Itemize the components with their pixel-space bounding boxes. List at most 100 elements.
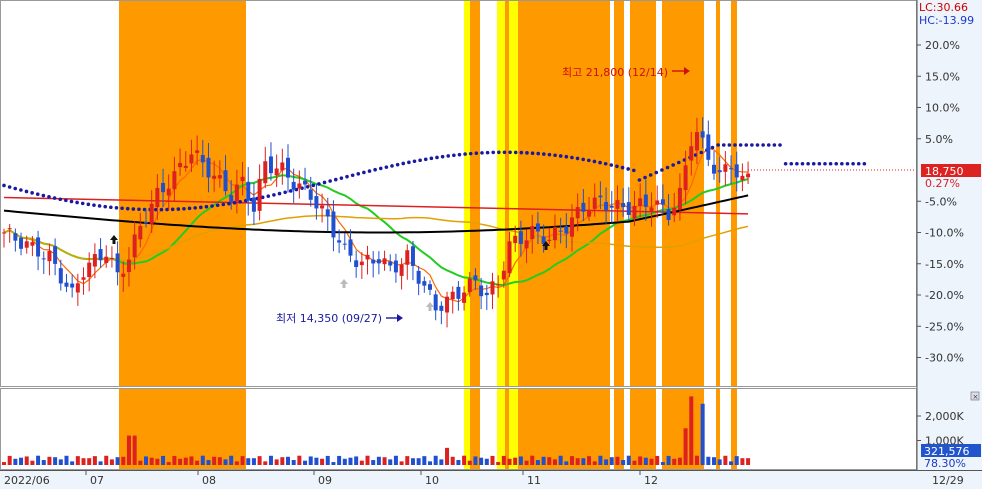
candle-body bbox=[621, 203, 626, 208]
candle-body bbox=[53, 246, 58, 264]
candle-body bbox=[700, 131, 705, 138]
overlay-dot bbox=[631, 168, 636, 173]
overlay-dot bbox=[665, 165, 670, 170]
overlay-dot bbox=[811, 161, 816, 166]
volume-bar bbox=[234, 461, 239, 465]
overlay-dot bbox=[783, 161, 788, 166]
candle-body bbox=[98, 249, 103, 261]
volume-bar bbox=[729, 461, 734, 465]
overlay-dot bbox=[519, 150, 524, 155]
y-tick-label: 20.0% bbox=[925, 39, 960, 52]
vol-tick-label: 2,000K bbox=[925, 410, 964, 423]
overlay-dot bbox=[170, 207, 175, 212]
overlay-dot bbox=[862, 161, 867, 166]
candle-body bbox=[552, 227, 557, 241]
volume-bar bbox=[649, 458, 654, 465]
candle-body bbox=[337, 240, 342, 243]
candle-body bbox=[473, 275, 478, 281]
candle-body bbox=[75, 283, 80, 293]
overlay-dot bbox=[221, 202, 226, 207]
volume-bar bbox=[75, 456, 80, 465]
overlay-dot bbox=[536, 151, 541, 156]
candle-body bbox=[161, 182, 166, 193]
volume-bar bbox=[575, 458, 580, 465]
max-annotation: 최고 21,800 (12/14) bbox=[562, 66, 668, 79]
overlay-dot bbox=[778, 143, 782, 147]
candle-body bbox=[7, 228, 12, 230]
candle-body bbox=[422, 281, 427, 286]
volume-bar bbox=[450, 456, 455, 465]
volume-bar bbox=[518, 456, 523, 465]
volume-bar bbox=[155, 458, 160, 465]
candle-body bbox=[717, 170, 722, 173]
candle-body bbox=[581, 202, 586, 212]
volume-bar bbox=[178, 458, 183, 465]
overlay-dot bbox=[362, 170, 366, 175]
volume-bar bbox=[666, 455, 671, 465]
volume-bar bbox=[405, 456, 410, 465]
volume-bar bbox=[337, 455, 342, 465]
overlay-dot bbox=[750, 143, 754, 147]
volume-bar bbox=[47, 456, 52, 465]
candle-body bbox=[694, 132, 699, 151]
overlay-dot bbox=[75, 200, 79, 205]
overlay-dot bbox=[24, 189, 29, 194]
candle-body bbox=[24, 241, 29, 248]
overlay-dot bbox=[491, 150, 496, 155]
overlay-dot bbox=[699, 150, 704, 155]
volume-bar bbox=[655, 455, 660, 465]
volume-bar bbox=[689, 396, 694, 465]
overlay-dot bbox=[215, 203, 220, 208]
volume-bar bbox=[286, 456, 290, 465]
candle-body bbox=[58, 268, 63, 284]
volume-bar bbox=[541, 456, 546, 465]
overlay-dot bbox=[373, 167, 377, 172]
volume-bar bbox=[138, 460, 143, 465]
overlay-dot bbox=[508, 150, 512, 155]
y-tick-label: -10.0% bbox=[925, 227, 964, 240]
overlay-dot bbox=[92, 203, 96, 207]
overlay-dot bbox=[603, 161, 608, 166]
volume-bar bbox=[558, 455, 563, 465]
current-change-label: 0.27% bbox=[925, 177, 960, 190]
candle-body bbox=[507, 241, 512, 274]
x-axis-bg bbox=[0, 470, 982, 489]
volume-bar bbox=[19, 457, 24, 465]
candle-body bbox=[456, 286, 461, 299]
highlight-band bbox=[731, 1, 737, 386]
candle-body bbox=[706, 134, 711, 160]
overlay-dot bbox=[367, 169, 372, 173]
candle-body bbox=[87, 262, 92, 278]
volume-bar bbox=[456, 460, 461, 465]
volume-bar bbox=[92, 456, 97, 465]
candle-body bbox=[604, 201, 609, 211]
y-tick-label: 15.0% bbox=[925, 70, 960, 83]
min-annotation: 최저 14,350 (09/27) bbox=[276, 312, 382, 325]
overlay-dot bbox=[727, 143, 732, 147]
overlay-dot bbox=[772, 143, 777, 147]
candle-body bbox=[308, 189, 313, 200]
x-tick-label: 08 bbox=[202, 474, 216, 487]
volume-bar bbox=[587, 456, 592, 465]
candle-body bbox=[433, 294, 438, 311]
overlay-dot bbox=[339, 176, 344, 180]
overlay-dot bbox=[440, 154, 445, 159]
buy-marker-up bbox=[110, 235, 118, 244]
y-tick-label: 10.0% bbox=[925, 102, 960, 115]
x-tick-label: 12 bbox=[644, 474, 658, 487]
candle-body bbox=[388, 261, 393, 266]
candle-body bbox=[64, 282, 69, 287]
candle-body bbox=[467, 278, 472, 293]
overlay-dot bbox=[193, 206, 197, 210]
overlay-dot bbox=[542, 152, 546, 156]
volume-bar bbox=[172, 455, 177, 465]
volume-bar bbox=[388, 459, 393, 465]
highlight-band-volume bbox=[630, 389, 656, 470]
volume-bar bbox=[126, 435, 131, 465]
overlay-dot bbox=[553, 153, 557, 158]
overlay-dot bbox=[716, 143, 720, 147]
overlay-dot bbox=[356, 172, 361, 176]
overlay-dot bbox=[272, 193, 276, 197]
volume-bar bbox=[359, 460, 364, 465]
overlay-dot bbox=[834, 161, 839, 166]
